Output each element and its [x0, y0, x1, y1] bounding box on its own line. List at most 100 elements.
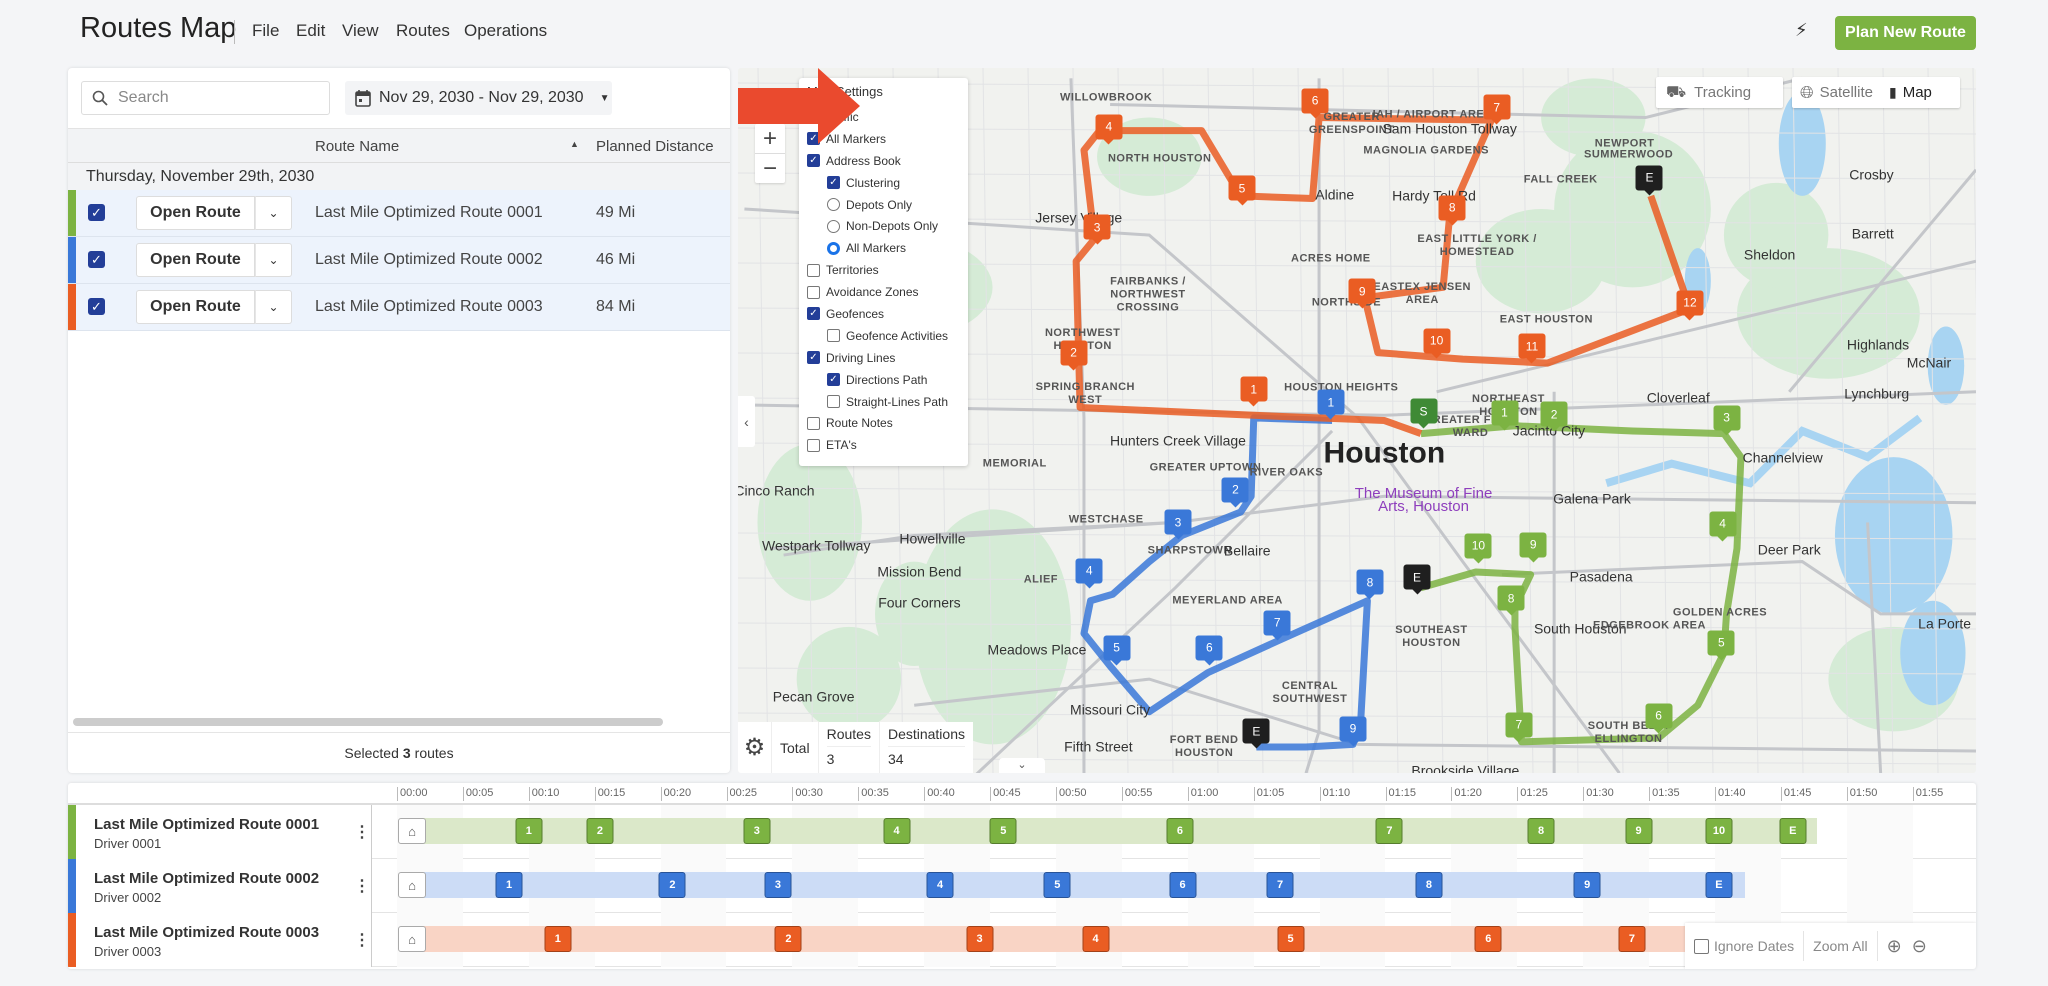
route-1-stop-marker[interactable]: 5 [1707, 630, 1735, 661]
route-3-stop-marker[interactable]: 11 [1518, 333, 1546, 364]
plan-new-route-button[interactable]: Plan New Route [1835, 16, 1976, 50]
route-2-stop-marker[interactable]: 1 [1317, 389, 1345, 420]
column-route-name[interactable]: Route Name [315, 138, 399, 155]
route-1-stop-marker[interactable]: 1 [1491, 400, 1518, 431]
radio-control[interactable] [827, 219, 840, 233]
timeline-stop[interactable]: 7 [1618, 926, 1646, 952]
setting-geofence-activities[interactable]: Geofence Activities [807, 325, 960, 347]
open-route-dropdown[interactable]: ⌄ [255, 196, 292, 230]
timeline-stop[interactable]: 2 [774, 926, 802, 952]
timeline-stop[interactable]: 9 [1573, 872, 1601, 898]
timeline-stop[interactable]: 1 [515, 818, 543, 844]
menu-view[interactable]: View [342, 21, 379, 41]
ignore-dates-checkbox[interactable] [1694, 938, 1709, 954]
route-2-stop-marker[interactable]: 6 [1195, 635, 1223, 666]
date-range-picker[interactable]: Nov 29, 2030 - Nov 29, 2030 ▼ [345, 81, 612, 115]
checkbox-control[interactable] [807, 438, 820, 452]
map-view[interactable]: Houston WILLOWBROOK NORTH HOUSTON Aldine Jer… [738, 68, 1976, 773]
route-row[interactable]: ✓ Open Route ⌄ Last Mile Optimized Route 00… [68, 237, 730, 284]
open-route-button[interactable]: Open Route [136, 290, 255, 324]
collapse-panel-button[interactable]: ‹ [738, 396, 755, 447]
timeline-stop[interactable]: 5 [1277, 926, 1305, 952]
route-3-stop-marker[interactable]: 7 [1483, 94, 1511, 125]
timeline-stop[interactable]: 5 [1043, 872, 1071, 898]
route-3-stop-marker[interactable]: E [1635, 165, 1663, 196]
route-checkbox[interactable]: ✓ [88, 251, 105, 268]
route-2-stop-marker[interactable]: 7 [1263, 610, 1291, 641]
open-route-dropdown[interactable]: ⌄ [255, 290, 292, 324]
checkbox-control[interactable] [807, 285, 820, 299]
route-3-stop-marker[interactable]: 6 [1301, 88, 1329, 119]
zoom-in-icon[interactable]: ⊕ [1887, 936, 1902, 957]
checkbox-control[interactable]: ✓ [827, 176, 840, 190]
route-2-stop-marker[interactable]: E [1242, 718, 1270, 749]
route-1-stop-marker[interactable]: 2 [1540, 401, 1568, 432]
route-3-stop-marker[interactable]: 3 [1083, 214, 1111, 245]
open-route-dropdown[interactable]: ⌄ [255, 243, 292, 277]
route-1-stop-marker[interactable]: 9 [1519, 532, 1547, 563]
setting-all-markers[interactable]: All Markers [807, 237, 960, 259]
menu-routes[interactable]: Routes [396, 21, 450, 41]
menu-operations[interactable]: Operations [464, 21, 547, 41]
setting-driving-lines[interactable]: ✓ Driving Lines [807, 347, 960, 369]
timeline-stop[interactable]: 4 [926, 872, 954, 898]
checkbox-control[interactable] [827, 329, 840, 343]
timeline-stop[interactable]: 7 [1266, 872, 1294, 898]
timeline-stop[interactable]: E [1705, 872, 1733, 898]
open-route-button[interactable]: Open Route [136, 243, 255, 277]
route-1-stop-marker[interactable]: 7 [1505, 712, 1533, 743]
zoom-all-button[interactable]: Zoom All [1804, 931, 1878, 961]
kebab-menu-icon[interactable]: ⋮ [354, 822, 370, 842]
ignore-dates-toggle[interactable]: Ignore Dates [1685, 931, 1805, 961]
route-3-stop-marker[interactable]: 9 [1348, 278, 1376, 309]
route-checkbox[interactable]: ✓ [88, 204, 105, 221]
sort-asc-icon[interactable]: ▲ [570, 139, 579, 149]
timeline-stop[interactable]: 8 [1415, 872, 1443, 898]
route-1-stop-marker[interactable]: 3 [1713, 405, 1741, 436]
route-1-stop-marker[interactable]: S [1410, 398, 1438, 429]
horizontal-scrollbar[interactable] [73, 718, 663, 726]
zoom-out-icon[interactable]: ⊖ [1912, 936, 1927, 957]
setting-directions-path[interactable]: ✓ Directions Path [807, 369, 960, 391]
route-row[interactable]: ✓ Open Route ⌄ Last Mile Optimized Route 00… [68, 284, 730, 331]
checkbox-control[interactable]: ✓ [807, 154, 820, 168]
setting-depots-only[interactable]: Depots Only [807, 194, 960, 216]
timeline-stop[interactable]: 6 [1474, 926, 1502, 952]
route-2-stop-marker[interactable]: 9 [1339, 716, 1367, 747]
route-checkbox[interactable]: ✓ [88, 298, 105, 315]
radio-control[interactable] [827, 241, 840, 255]
checkbox-control[interactable] [807, 416, 820, 430]
route-1-stop-marker[interactable]: 4 [1709, 511, 1737, 542]
timeline-stop[interactable]: 3 [764, 872, 792, 898]
checkbox-control[interactable] [807, 263, 820, 277]
map-option[interactable]: Map [1903, 84, 1932, 101]
setting-route-notes[interactable]: Route Notes [807, 412, 960, 434]
timeline-stop[interactable]: 7 [1375, 818, 1403, 844]
route-2-stop-marker[interactable]: 5 [1103, 635, 1131, 666]
checkbox-control[interactable] [827, 395, 840, 409]
satellite-option[interactable]: Satellite [1820, 84, 1873, 101]
open-route-button[interactable]: Open Route [136, 196, 255, 230]
route-2-stop-marker[interactable]: 8 [1356, 569, 1384, 600]
radio-control[interactable] [827, 198, 840, 211]
setting-avoidance-zones[interactable]: Avoidance Zones [807, 281, 960, 303]
setting-territories[interactable]: Territories [807, 259, 960, 281]
chevron-down-icon[interactable]: ⌄ [999, 758, 1045, 773]
checkbox-control[interactable]: ✓ [807, 307, 820, 321]
setting-non-depots-only[interactable]: Non-Depots Only [807, 215, 960, 237]
timeline-stop[interactable]: 8 [1527, 818, 1555, 844]
timeline-stop[interactable]: 3 [743, 818, 771, 844]
setting-clustering[interactable]: ✓ Clustering [807, 172, 960, 194]
tracking-button[interactable]: ⛟ Tracking [1656, 77, 1783, 108]
timeline-stop[interactable]: 6 [1169, 872, 1197, 898]
route-3-stop-marker[interactable]: 10 [1423, 328, 1451, 359]
kebab-menu-icon[interactable]: ⋮ [354, 876, 370, 896]
setting-straight-lines-path[interactable]: Straight-Lines Path [807, 391, 960, 413]
timeline-stop[interactable]: 3 [966, 926, 994, 952]
menu-file[interactable]: File [252, 21, 279, 41]
route-3-stop-marker[interactable]: 4 [1095, 114, 1123, 145]
timeline-stop[interactable]: E [1779, 818, 1807, 844]
route-1-stop-marker[interactable]: E [1403, 564, 1431, 595]
setting-geofences[interactable]: ✓ Geofences [807, 303, 960, 325]
timeline-stop[interactable]: 4 [883, 818, 911, 844]
